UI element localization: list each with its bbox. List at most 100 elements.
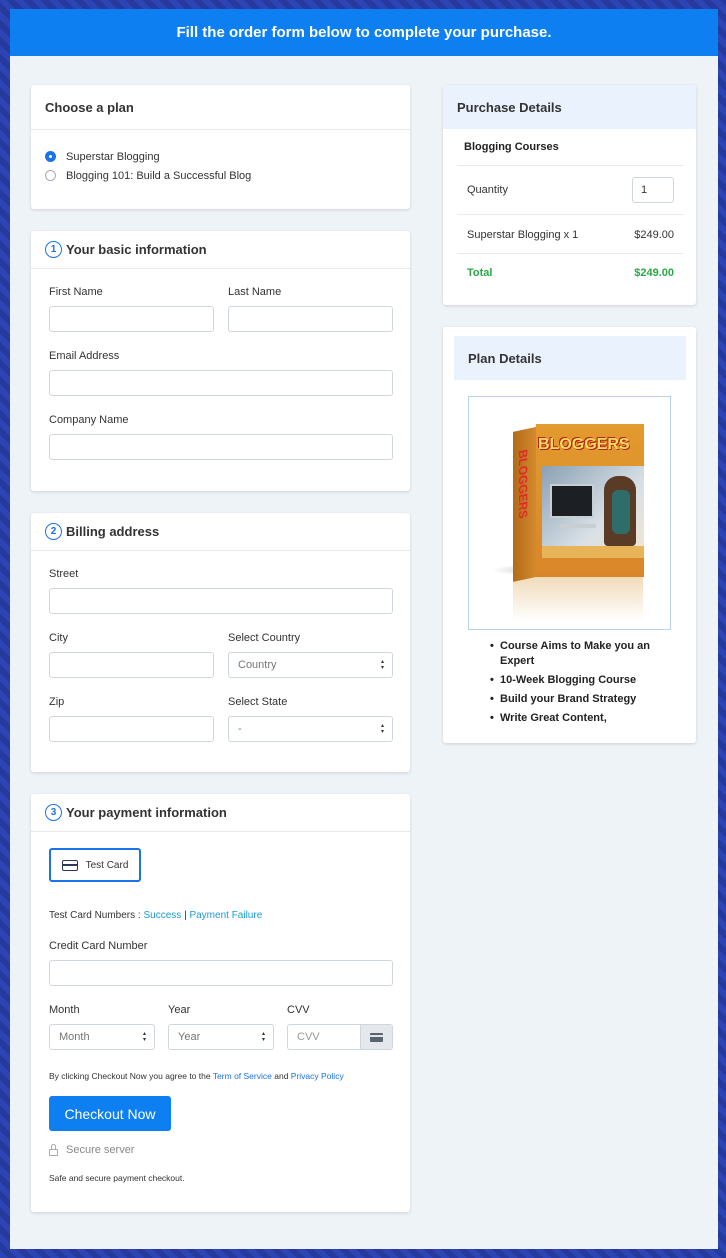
plan-option-superstar[interactable]: Superstar Blogging bbox=[45, 147, 251, 166]
basic-info-heading: 1 Your basic information bbox=[31, 231, 410, 269]
page-header: Fill the order form below to complete yo… bbox=[10, 9, 718, 56]
plan-feature-item: 10-Week Blogging Course bbox=[490, 673, 650, 688]
month-select-value: Month bbox=[59, 1031, 90, 1043]
purchase-details-title: Purchase Details bbox=[457, 99, 562, 115]
terms-of-service-link[interactable]: Term of Service bbox=[213, 1071, 272, 1081]
safe-checkout-text: Safe and secure payment checkout. bbox=[49, 1173, 185, 1183]
line-item-row: Superstar Blogging x 1 $249.00 bbox=[457, 227, 684, 243]
lock-icon bbox=[49, 1143, 58, 1156]
total-row: Total $249.00 bbox=[457, 265, 684, 281]
step-number-icon: 2 bbox=[45, 523, 62, 540]
terms-prefix: By clicking Checkout Now you agree to th… bbox=[49, 1071, 211, 1081]
terms-text: By clicking Checkout Now you agree to th… bbox=[49, 1071, 344, 1081]
billing-title: Billing address bbox=[66, 524, 160, 539]
total-label: Total bbox=[467, 267, 493, 279]
street-label: Street bbox=[49, 568, 79, 580]
company-label: Company Name bbox=[49, 414, 129, 426]
city-input[interactable] bbox=[49, 652, 214, 678]
plan-features-list: Course Aims to Make you an Expert 10-Wee… bbox=[490, 639, 650, 730]
header-title: Fill the order form below to complete yo… bbox=[176, 24, 552, 41]
plan-option-blogging-101[interactable]: Blogging 101: Build a Successful Blog bbox=[45, 166, 251, 185]
line-item-price: $249.00 bbox=[634, 229, 674, 241]
quantity-input[interactable]: 1 bbox=[632, 177, 674, 203]
month-label: Month bbox=[49, 1004, 80, 1016]
choose-plan-card: Choose a plan Superstar Blogging Bloggin… bbox=[31, 85, 410, 209]
test-numbers-label: Test Card Numbers : bbox=[49, 910, 141, 921]
course-box-image: BLOGGERS BLOGGERS bbox=[468, 396, 671, 630]
year-select-value: Year bbox=[178, 1031, 201, 1043]
privacy-policy-link[interactable]: Privacy Policy bbox=[291, 1071, 344, 1081]
checkout-button-label: Checkout Now bbox=[64, 1105, 156, 1122]
step-number-icon: 3 bbox=[45, 804, 62, 821]
total-value: $249.00 bbox=[634, 267, 674, 279]
first-name-label: First Name bbox=[49, 286, 103, 298]
zip-label: Zip bbox=[49, 696, 65, 708]
last-name-input[interactable] bbox=[228, 306, 393, 332]
billing-heading: 2 Billing address bbox=[31, 513, 410, 551]
plan-details-card: Plan Details BLOGGERS BLOGGERS • Course … bbox=[443, 327, 696, 743]
link-separator: | bbox=[184, 910, 187, 921]
city-label: City bbox=[49, 632, 68, 644]
line-item-label: Superstar Blogging x 1 bbox=[467, 229, 579, 241]
quantity-label: Quantity bbox=[467, 184, 508, 196]
street-input[interactable] bbox=[49, 588, 393, 614]
product-name: Blogging Courses bbox=[464, 141, 559, 153]
state-select-value: - bbox=[238, 723, 242, 735]
success-link[interactable]: Success bbox=[143, 910, 181, 921]
payment-failure-link[interactable]: Payment Failure bbox=[189, 910, 262, 921]
country-select-value: Country bbox=[238, 659, 277, 671]
test-card-label: Test Card bbox=[85, 859, 129, 871]
box-side-text: BLOGGERS bbox=[516, 448, 530, 520]
credit-card-input[interactable] bbox=[49, 960, 393, 986]
cvv-input[interactable]: CVV bbox=[287, 1024, 393, 1050]
cvv-placeholder: CVV bbox=[297, 1031, 320, 1043]
plan-option-label: Blogging 101: Build a Successful Blog bbox=[66, 169, 252, 182]
page-frame: Fill the order form below to complete yo… bbox=[10, 9, 718, 1249]
step-number-icon: 1 bbox=[45, 241, 62, 258]
test-card-numbers: Test Card Numbers : Success | Payment Fa… bbox=[49, 910, 262, 921]
state-select[interactable]: - bbox=[228, 716, 393, 742]
plan-option-label: Superstar Blogging bbox=[66, 150, 160, 163]
quantity-value: 1 bbox=[641, 184, 648, 196]
payment-heading: 3 Your payment information bbox=[31, 794, 410, 832]
basic-info-title: Your basic information bbox=[66, 242, 207, 257]
country-label: Select Country bbox=[228, 632, 301, 644]
radio-selected-icon[interactable] bbox=[45, 151, 56, 162]
first-name-input[interactable] bbox=[49, 306, 214, 332]
choose-plan-heading: Choose a plan bbox=[31, 85, 410, 130]
secure-server: Secure server bbox=[49, 1143, 135, 1156]
purchase-details-card: Purchase Details Blogging Courses Quanti… bbox=[443, 85, 696, 305]
test-card-button[interactable]: Test Card bbox=[49, 848, 141, 882]
basic-info-card: 1 Your basic information First Name Last… bbox=[31, 231, 410, 491]
quantity-row: Quantity 1 bbox=[457, 177, 684, 203]
year-select[interactable]: Year bbox=[168, 1024, 274, 1050]
computer-photo bbox=[542, 466, 644, 558]
email-input[interactable] bbox=[49, 370, 393, 396]
zip-input[interactable] bbox=[49, 716, 214, 742]
state-label: Select State bbox=[228, 696, 288, 708]
purchase-details-heading: Purchase Details bbox=[443, 85, 696, 129]
payment-card: 3 Your payment information Test Card Tes… bbox=[31, 794, 410, 1212]
email-label: Email Address bbox=[49, 350, 120, 362]
secure-server-label: Secure server bbox=[66, 1144, 135, 1156]
plan-details-heading: Plan Details bbox=[454, 336, 686, 380]
checkout-now-button[interactable]: Checkout Now bbox=[49, 1096, 171, 1131]
credit-card-label: Credit Card Number bbox=[49, 940, 148, 952]
year-label: Year bbox=[168, 1004, 191, 1016]
credit-card-icon bbox=[61, 859, 78, 871]
month-select[interactable]: Month bbox=[49, 1024, 155, 1050]
payment-title: Your payment information bbox=[66, 805, 227, 820]
plan-feature-item: Write Great Content, bbox=[490, 711, 650, 726]
plan-feature-item: Build your Brand Strategy bbox=[490, 692, 650, 707]
plan-feature-item: Course Aims to Make you an Expert bbox=[490, 639, 650, 669]
box-title-text: BLOGGERS bbox=[538, 436, 630, 453]
radio-unselected-icon[interactable] bbox=[45, 170, 56, 181]
cvv-card-icon bbox=[360, 1025, 392, 1049]
terms-and: and bbox=[274, 1071, 289, 1081]
company-input[interactable] bbox=[49, 434, 393, 460]
country-select[interactable]: Country bbox=[228, 652, 393, 678]
plan-details-title: Plan Details bbox=[468, 350, 542, 366]
last-name-label: Last Name bbox=[228, 286, 282, 298]
billing-card: 2 Billing address Street City Select Cou… bbox=[31, 513, 410, 772]
choose-plan-title: Choose a plan bbox=[45, 99, 134, 115]
